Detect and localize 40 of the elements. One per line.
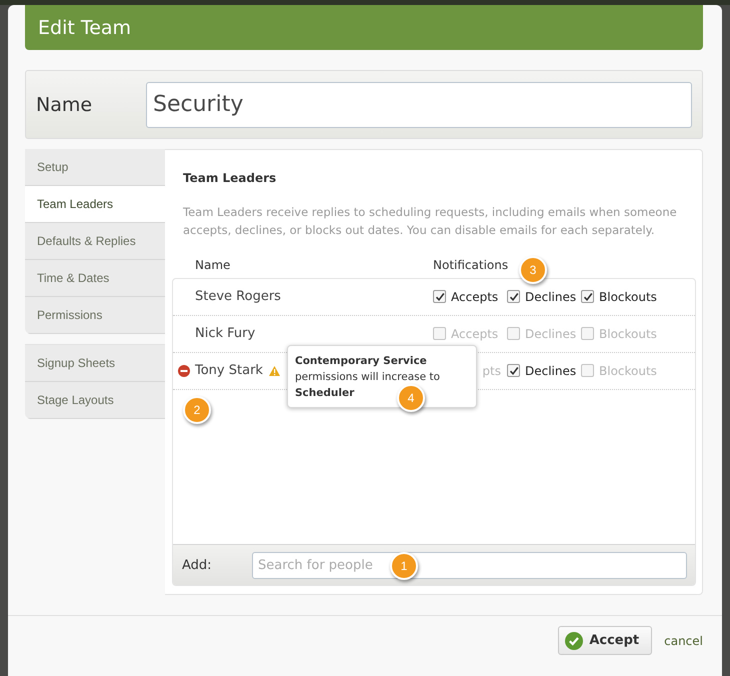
checkbox-label: Blockouts bbox=[599, 290, 657, 304]
sidebar-tab[interactable]: Signup Sheets bbox=[25, 345, 165, 382]
leader-name: Tony Stark bbox=[195, 363, 263, 378]
checkbox[interactable] bbox=[581, 290, 594, 304]
name-label: Name bbox=[36, 94, 94, 116]
checkbox-label: Declines bbox=[525, 364, 576, 378]
checkbox-label: Accepts bbox=[451, 326, 498, 341]
sidebar-tab[interactable]: Stage Layouts bbox=[25, 382, 165, 419]
add-label: Add: bbox=[182, 558, 213, 572]
column-header: Name bbox=[195, 258, 232, 272]
checkbox-label: Accepts bbox=[451, 290, 498, 304]
sidebar-tab[interactable]: Permissions bbox=[25, 297, 165, 334]
checkbox[interactable] bbox=[507, 364, 520, 378]
checkbox-label: Blockouts bbox=[599, 364, 657, 378]
remove-icon[interactable] bbox=[178, 364, 190, 377]
checkbox[interactable] bbox=[581, 364, 594, 378]
sidebar-tab[interactable]: Setup bbox=[25, 149, 165, 186]
name-field[interactable]: Security bbox=[146, 82, 692, 128]
leader-name: Steve Rogers bbox=[195, 289, 281, 304]
column-header: Notifications bbox=[433, 258, 508, 272]
check-icon bbox=[565, 632, 584, 650]
checkbox[interactable] bbox=[433, 290, 446, 304]
checkbox-label: pts bbox=[482, 364, 501, 378]
sidebar-tab[interactable]: Defaults & Replies bbox=[25, 223, 165, 260]
leader-name: Nick Fury bbox=[195, 326, 256, 342]
dialog-title: Edit Team bbox=[38, 16, 132, 38]
sidebar-tab[interactable]: Time & Dates bbox=[25, 260, 165, 297]
checkbox[interactable] bbox=[507, 327, 520, 340]
section-title: Team Leaders bbox=[183, 171, 278, 185]
checkbox-label: Blockouts bbox=[599, 326, 657, 341]
section-description: Team Leaders receive replies to scheduling requests, including emails when someone accepts, declines, or blocks out dates. You can disable emails for each separately. bbox=[183, 204, 678, 240]
checkbox-label: Declines bbox=[525, 290, 576, 304]
cancel-link[interactable]: cancel bbox=[664, 634, 703, 648]
warning-icon bbox=[268, 366, 280, 376]
checkbox[interactable] bbox=[507, 290, 520, 304]
checkbox[interactable] bbox=[581, 327, 594, 340]
sidebar-tab[interactable]: Team Leaders bbox=[25, 186, 165, 223]
accept-button[interactable]: Accept bbox=[558, 626, 652, 655]
checkbox-label: Declines bbox=[525, 326, 576, 341]
checkbox[interactable] bbox=[433, 327, 446, 340]
